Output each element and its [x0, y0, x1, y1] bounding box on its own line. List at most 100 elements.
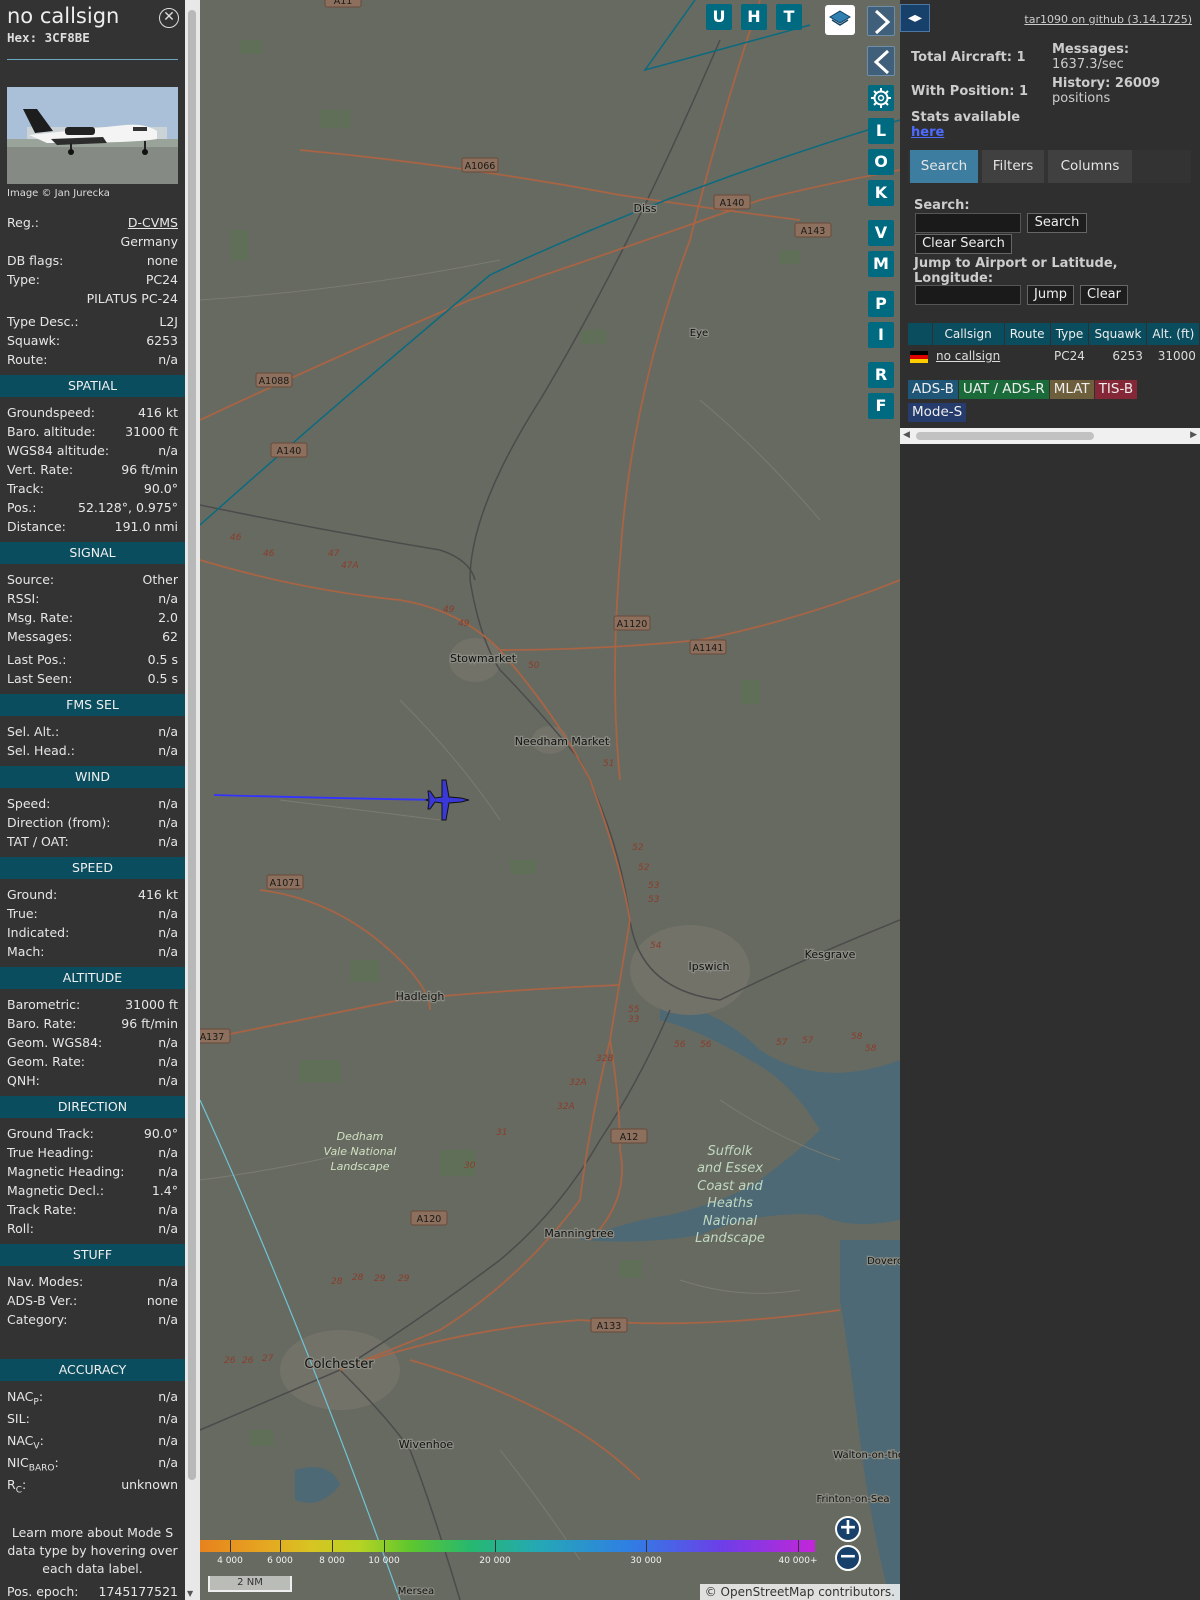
map-button-u[interactable]: U	[706, 4, 732, 30]
info-scrollbar-thumb[interactable]	[188, 10, 196, 1480]
spatial-row-0-label[interactable]: Groundspeed:	[7, 403, 95, 422]
direction-row-0-label[interactable]: Ground Track:	[7, 1124, 94, 1143]
map-button-f[interactable]: F	[868, 393, 894, 419]
fms-row-0-label[interactable]: Sel. Alt.:	[7, 722, 59, 741]
signal-row-1-label[interactable]: RSSI:	[7, 589, 39, 608]
speed-row-0-label[interactable]: Ground:	[7, 885, 57, 904]
map-button-k[interactable]: K	[868, 180, 894, 206]
aircraft-photo[interactable]	[7, 87, 178, 184]
col-header-squawk[interactable]: Squawk	[1088, 323, 1148, 345]
zoom-in-button[interactable]: +	[835, 1516, 861, 1542]
badge-mlat[interactable]: MLAT	[1049, 380, 1094, 399]
general-row-5-label[interactable]: Type Desc.:	[7, 312, 79, 331]
speed-row-2-label[interactable]: Indicated:	[7, 923, 69, 942]
tab-filters[interactable]: Filters	[982, 150, 1044, 183]
registration-link[interactable]: D-CVMS	[128, 213, 178, 232]
direction-row-1-label[interactable]: True Heading:	[7, 1143, 94, 1162]
badge-modes[interactable]: Mode-S	[908, 403, 967, 422]
general-row-3-label[interactable]: Type:	[7, 270, 40, 289]
search-button[interactable]: Search	[1027, 213, 1087, 233]
table-row[interactable]: no callsign PC24 6253 31000	[908, 345, 1200, 367]
stuff-row-0-label[interactable]: Nav. Modes:	[7, 1272, 83, 1291]
stats-link[interactable]: here	[911, 125, 944, 140]
spatial-row-5-label[interactable]: Pos.:	[7, 498, 36, 517]
wind-row-0-label[interactable]: Speed:	[7, 794, 50, 813]
speed-row-3-label[interactable]: Mach:	[7, 942, 44, 961]
map-button-o[interactable]: O	[868, 149, 894, 175]
github-link[interactable]: tar1090 on github (3.14.1725)	[1024, 13, 1192, 26]
table-horizontal-scrollbar[interactable]: ◀ ▶	[900, 428, 1200, 444]
map-button-l[interactable]: L	[868, 118, 894, 144]
general-row-2-label[interactable]: DB flags:	[7, 251, 63, 270]
fms-row-1-label[interactable]: Sel. Head.:	[7, 741, 75, 760]
stuff-row-1-label[interactable]: ADS-B Ver.:	[7, 1291, 77, 1310]
direction-row-4-label[interactable]: Track Rate:	[7, 1200, 77, 1219]
spatial-row-6-label[interactable]: Distance:	[7, 517, 66, 536]
table-scrollbar-thumb[interactable]	[916, 432, 1094, 440]
map-canvas[interactable]: Diss Eye Stowmarket Needham Market Ipswich Ke…	[200, 0, 900, 1600]
layers-button[interactable]	[825, 5, 855, 35]
altitude-row-2-label[interactable]: Geom. WGS84:	[7, 1033, 102, 1052]
signal-row-2-label[interactable]: Msg. Rate:	[7, 608, 73, 627]
signal-row-0-label[interactable]: Source:	[7, 570, 54, 589]
map-button-r[interactable]: R	[868, 362, 894, 388]
col-header-callsign[interactable]: Callsign	[932, 323, 1005, 345]
direction-row-5-label[interactable]: Roll:	[7, 1219, 34, 1238]
osm-link[interactable]: OpenStreetMap	[721, 1585, 815, 1599]
jump-button[interactable]: Jump	[1027, 285, 1074, 305]
close-icon[interactable]: ✕	[159, 8, 179, 28]
altitude-row-1-label[interactable]: Baro. Rate:	[7, 1014, 76, 1033]
wind-row-1-label[interactable]: Direction (from):	[7, 813, 111, 832]
general-row-0-label[interactable]: Reg.:	[7, 213, 39, 232]
stuff-row-2-label[interactable]: Category:	[7, 1310, 67, 1329]
scroll-right-arrow-icon[interactable]: ▶	[1190, 430, 1197, 440]
col-header-route[interactable]: Route	[1004, 323, 1051, 345]
direction-row-3-label[interactable]: Magnetic Decl.:	[7, 1181, 104, 1200]
accuracy-row-1-label[interactable]: SIL:	[7, 1409, 30, 1428]
map-button-t[interactable]: T	[776, 4, 802, 30]
map-button-m[interactable]: M	[868, 251, 894, 277]
col-header-alt[interactable]: Alt. (ft)	[1146, 323, 1200, 345]
tab-columns[interactable]: Columns	[1048, 150, 1132, 183]
spatial-row-4-label[interactable]: Track:	[7, 479, 44, 498]
map-button-h[interactable]: H	[741, 4, 767, 30]
altitude-row-0-label[interactable]: Barometric:	[7, 995, 80, 1014]
settings-button[interactable]	[868, 85, 894, 111]
map-button-v[interactable]: V	[868, 220, 894, 246]
callsign-cell[interactable]: no callsign	[932, 345, 1005, 367]
clear-jump-button[interactable]: Clear	[1080, 285, 1128, 305]
search-input[interactable]	[915, 213, 1021, 233]
badge-uat[interactable]: UAT / ADS-R	[958, 380, 1049, 399]
altitude-row-3-label[interactable]: Geom. Rate:	[7, 1052, 85, 1071]
col-header-flag[interactable]	[908, 323, 933, 345]
spatial-row-3-label[interactable]: Vert. Rate:	[7, 460, 73, 479]
col-header-type[interactable]: Type	[1050, 323, 1090, 345]
jump-input[interactable]	[915, 285, 1021, 305]
general-row-7-label[interactable]: Route:	[7, 350, 48, 369]
signal-row-5-label[interactable]: Last Seen:	[7, 669, 72, 688]
badge-adsb[interactable]: ADS-B	[908, 380, 958, 399]
toggle-sidebar-button[interactable]: ◂▸	[900, 4, 930, 32]
accuracy-row-4-label[interactable]: RC:	[7, 1475, 26, 1501]
map-view[interactable]: Diss Eye Stowmarket Needham Market Ipswich Ke…	[200, 0, 900, 1600]
scroll-down-arrow-icon[interactable]: ▼	[187, 1589, 193, 1598]
map-button-p[interactable]: P	[868, 291, 894, 317]
map-button-i[interactable]: I	[868, 322, 894, 348]
zoom-out-button[interactable]: −	[835, 1545, 861, 1571]
general-row-6-label[interactable]: Squawk:	[7, 331, 60, 350]
wind-row-2-label[interactable]: TAT / OAT:	[7, 832, 69, 851]
spatial-row-2-label[interactable]: WGS84 altitude:	[7, 441, 109, 460]
collapse-left-button[interactable]	[867, 46, 895, 76]
tab-search[interactable]: Search	[910, 150, 978, 183]
speed-row-1-label[interactable]: True:	[7, 904, 38, 923]
clear-search-button[interactable]: Clear Search	[915, 234, 1012, 254]
expand-right-button[interactable]	[867, 6, 895, 36]
info-scrollbar[interactable]: ▼	[185, 0, 200, 1600]
signal-row-4-label[interactable]: Last Pos.:	[7, 650, 66, 669]
direction-row-2-label[interactable]: Magnetic Heading:	[7, 1162, 124, 1181]
signal-row-3-label[interactable]: Messages:	[7, 627, 73, 646]
scroll-left-arrow-icon[interactable]: ◀	[903, 430, 910, 440]
badge-tisb[interactable]: TIS-B	[1094, 380, 1138, 399]
altitude-row-4-label[interactable]: QNH:	[7, 1071, 40, 1090]
spatial-row-1-label[interactable]: Baro. altitude:	[7, 422, 96, 441]
